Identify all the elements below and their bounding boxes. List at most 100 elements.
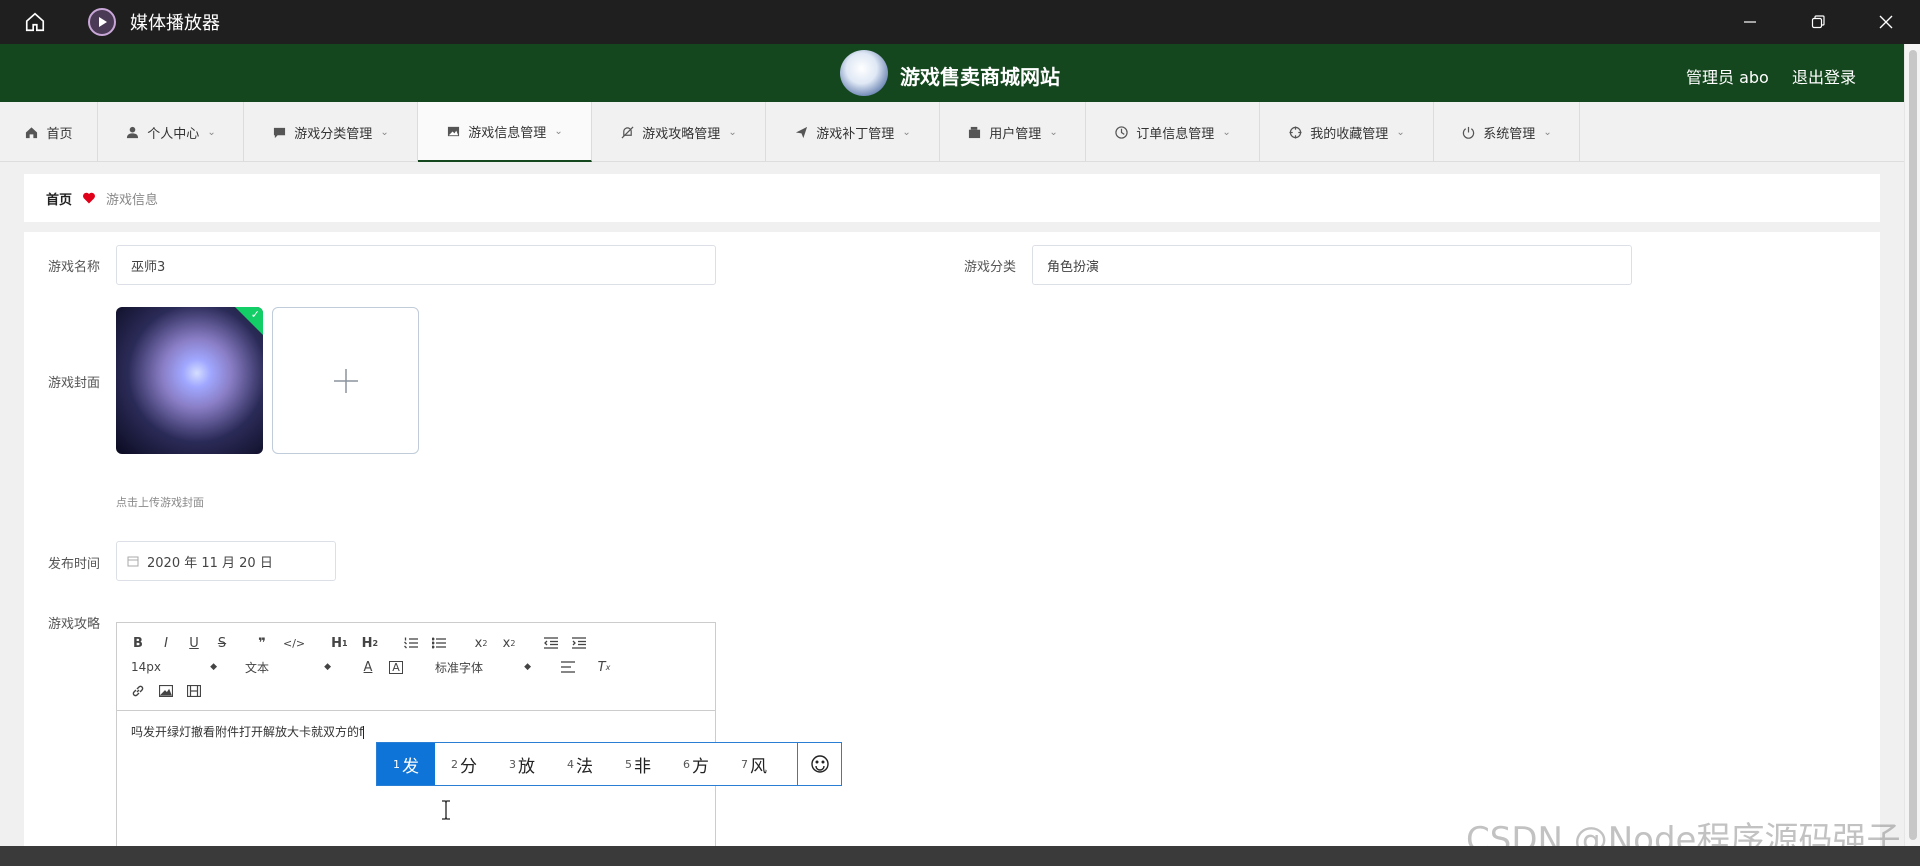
nav-item-user-manage[interactable]: 用户管理 ⌄ [940,102,1086,162]
logout-link[interactable]: 退出登录 [1792,64,1856,88]
nav-label: 游戏补丁管理 [816,126,895,142]
site-logo [840,50,888,96]
nav-label: 个人中心 [147,126,200,142]
wallet-icon [967,125,981,139]
aim-icon [1288,125,1302,139]
heading2-button[interactable]: H2 [362,634,378,652]
nav-item-game-info-manage[interactable]: 游戏信息管理 ⌄ [418,102,592,162]
nav-item-favorites-manage[interactable]: 我的收藏管理 ⌄ [1260,102,1434,162]
minimize-icon [1744,21,1756,23]
minimize-button[interactable] [1716,0,1784,44]
window-title: 媒体播放器 [130,13,220,34]
font-size-value: 14px [131,660,161,674]
picture-icon [446,124,460,138]
mouse-ibeam-cursor-icon [442,800,450,820]
nav-label: 游戏分类管理 [294,126,373,142]
close-button[interactable] [1852,0,1920,44]
bell-off-icon [620,125,634,139]
font-family-select[interactable]: 标准字体 ◆ [435,659,531,676]
clear-format-button[interactable]: Tx [597,658,611,676]
restore-icon [1811,15,1825,29]
block-type-select[interactable]: 文本 ◆ [245,659,331,676]
plus-icon [333,368,358,393]
scrollbar-thumb[interactable] [1909,50,1917,840]
strike-button[interactable]: S [215,634,229,652]
bold-button[interactable]: B [131,634,145,652]
select-arrows-icon: ◆ [210,662,217,672]
background-color-button[interactable]: A [389,660,403,674]
home-icon [25,12,45,32]
ime-emoji-button[interactable] [797,743,841,785]
ime-candidate[interactable]: 1发 [377,743,435,785]
game-name-input[interactable]: 巫师3 [116,245,716,285]
ime-candidate-window: 1发 2分 3放 4法 5非 6方 7风 [376,742,842,786]
align-button[interactable] [561,658,575,676]
nav-label: 首页 [46,126,73,142]
media-player-control-bar[interactable] [0,846,1920,866]
font-color-button[interactable]: A [361,658,375,676]
superscript-button[interactable]: x2 [502,634,516,652]
ime-candidate[interactable]: 4法 [551,743,609,785]
italic-button[interactable]: I [159,634,173,652]
nav-item-order-manage[interactable]: 订单信息管理 ⌄ [1086,102,1260,162]
link-button[interactable] [131,682,145,700]
chevron-down-icon: ⌄ [207,126,216,138]
ime-candidate[interactable]: 2分 [435,743,493,785]
page-scrollbar[interactable] [1904,44,1920,846]
underline-button[interactable]: U [187,634,201,652]
release-date-label: 发布时间 [48,557,101,572]
ime-candidate[interactable]: 6方 [667,743,725,785]
text-caret [363,726,365,739]
outdent-button[interactable] [544,634,559,652]
home-button[interactable] [0,0,70,44]
nav-label: 用户管理 [989,126,1042,142]
blockquote-button[interactable]: ❞ [255,634,269,652]
close-icon [1879,15,1893,29]
subscript-button[interactable]: x2 [474,634,488,652]
ime-candidate[interactable]: 3放 [493,743,551,785]
current-user-label: 管理员 abo [1686,68,1769,87]
nav-item-personal-center[interactable]: 个人中心 ⌄ [98,102,244,162]
release-date-value: 2020 年 11 月 20 日 [147,555,273,571]
chevron-down-icon: ⌄ [1396,126,1405,138]
bullet-list-button[interactable] [432,634,447,652]
nav-item-patch-manage[interactable]: 游戏补丁管理 ⌄ [766,102,940,162]
chevron-down-icon: ⌄ [554,125,563,137]
main-nav: 首页 个人中心 ⌄ 游戏分类管理 ⌄ 游戏信息管理 ⌄ 游戏攻略管理 ⌄ 游戏补… [0,102,1904,162]
video-icon [187,685,201,697]
ime-candidate[interactable]: 7风 [725,743,783,785]
ordered-list-button[interactable] [404,634,419,652]
release-date-picker[interactable]: 2020 年 11 月 20 日 [116,541,336,581]
select-arrows-icon: ◆ [324,662,331,672]
outdent-icon [544,637,559,649]
font-size-select[interactable]: 14px ◆ [131,660,217,674]
nav-label: 游戏信息管理 [468,125,547,141]
editor-toolbar: B I U S ❞ </> H1 H2 x2 x2 14px ◆ 文本 ◆ A … [117,623,715,711]
chevron-down-icon: ⌄ [380,126,389,138]
upload-cover-button[interactable] [272,307,419,454]
indent-icon [572,637,587,649]
video-button[interactable] [187,682,201,700]
nav-item-home[interactable]: 首页 [0,102,98,162]
chat-icon [272,125,286,139]
nav-label: 游戏攻略管理 [642,126,721,142]
code-block-button[interactable]: </> [283,634,305,652]
nav-item-system-manage[interactable]: 系统管理 ⌄ [1434,102,1580,162]
game-category-input[interactable]: 角色扮演 [1032,245,1632,285]
image-icon [159,685,173,697]
ime-candidate[interactable]: 5非 [609,743,667,785]
chevron-down-icon: ⌄ [1222,126,1231,138]
restore-button[interactable] [1784,0,1852,44]
game-cover-thumbnail[interactable]: ✓ [116,307,263,454]
nav-item-category-manage[interactable]: 游戏分类管理 ⌄ [244,102,418,162]
breadcrumb: 首页 游戏信息 [24,174,1880,222]
media-player-app-icon [88,8,116,36]
nav-item-guide-manage[interactable]: 游戏攻略管理 ⌄ [592,102,766,162]
ordered-list-icon [404,637,419,649]
indent-button[interactable] [572,634,587,652]
breadcrumb-home[interactable]: 首页 [46,189,72,208]
game-cover-label: 游戏封面 [48,376,101,391]
heading1-button[interactable]: H1 [331,634,347,652]
user-icon [125,125,139,139]
image-button[interactable] [159,682,173,700]
